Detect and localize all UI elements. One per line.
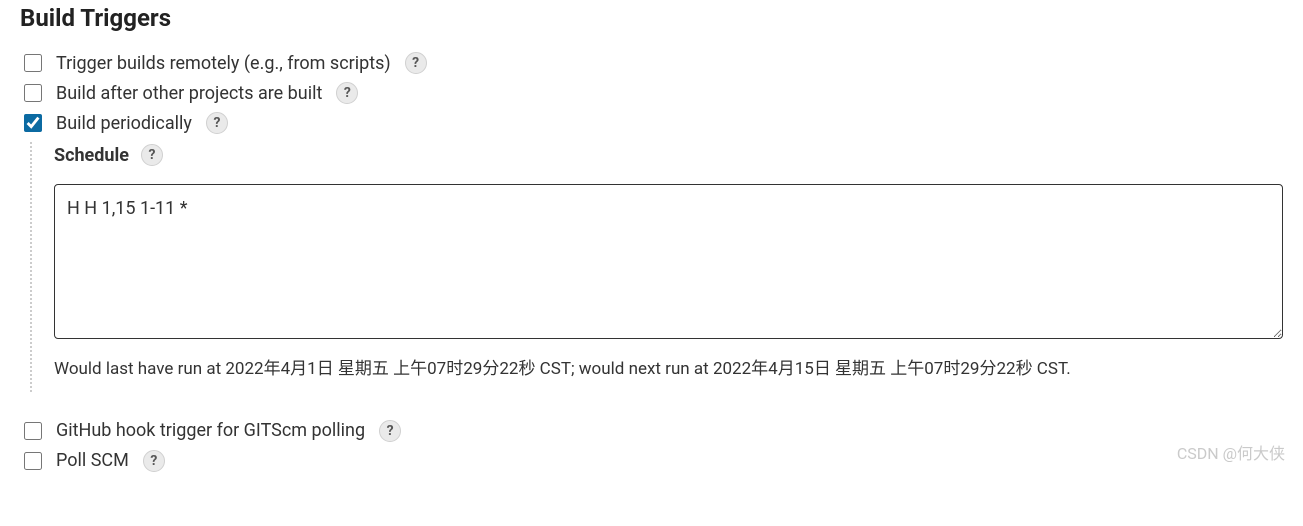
section-title: Build Triggers [20, 0, 1283, 32]
schedule-hint: Would last have run at 2022年4月1日 星期五 上午0… [54, 355, 1283, 384]
trigger-pollscm-checkbox[interactable] [24, 452, 42, 470]
trigger-periodic-label[interactable]: Build periodically [56, 113, 192, 134]
trigger-row-pollscm: Poll SCM ? [20, 450, 1283, 472]
periodic-nested-panel: Schedule ? Would last have run at 2022年4… [30, 142, 1283, 392]
trigger-row-after: Build after other projects are built ? [20, 82, 1283, 104]
trigger-after-label[interactable]: Build after other projects are built [56, 83, 322, 104]
trigger-after-checkbox[interactable] [24, 84, 42, 102]
help-icon[interactable]: ? [143, 450, 165, 472]
trigger-github-label[interactable]: GitHub hook trigger for GITScm polling [56, 420, 365, 441]
trigger-row-github: GitHub hook trigger for GITScm polling ? [20, 420, 1283, 442]
schedule-label-row: Schedule ? [54, 144, 1283, 166]
help-icon[interactable]: ? [379, 420, 401, 442]
build-triggers-section: Trigger builds remotely (e.g., from scri… [20, 52, 1283, 472]
trigger-row-periodic: Build periodically ? [20, 112, 1283, 134]
help-icon[interactable]: ? [206, 112, 228, 134]
trigger-remote-checkbox[interactable] [24, 54, 42, 72]
trigger-pollscm-label[interactable]: Poll SCM [56, 450, 129, 471]
help-icon[interactable]: ? [405, 52, 427, 74]
schedule-label: Schedule [54, 145, 129, 166]
trigger-remote-label[interactable]: Trigger builds remotely (e.g., from scri… [56, 53, 391, 74]
schedule-input[interactable] [54, 184, 1283, 339]
trigger-periodic-checkbox[interactable] [24, 114, 42, 132]
help-icon[interactable]: ? [336, 82, 358, 104]
trigger-row-remote: Trigger builds remotely (e.g., from scri… [20, 52, 1283, 74]
help-icon[interactable]: ? [141, 144, 163, 166]
trigger-github-checkbox[interactable] [24, 422, 42, 440]
